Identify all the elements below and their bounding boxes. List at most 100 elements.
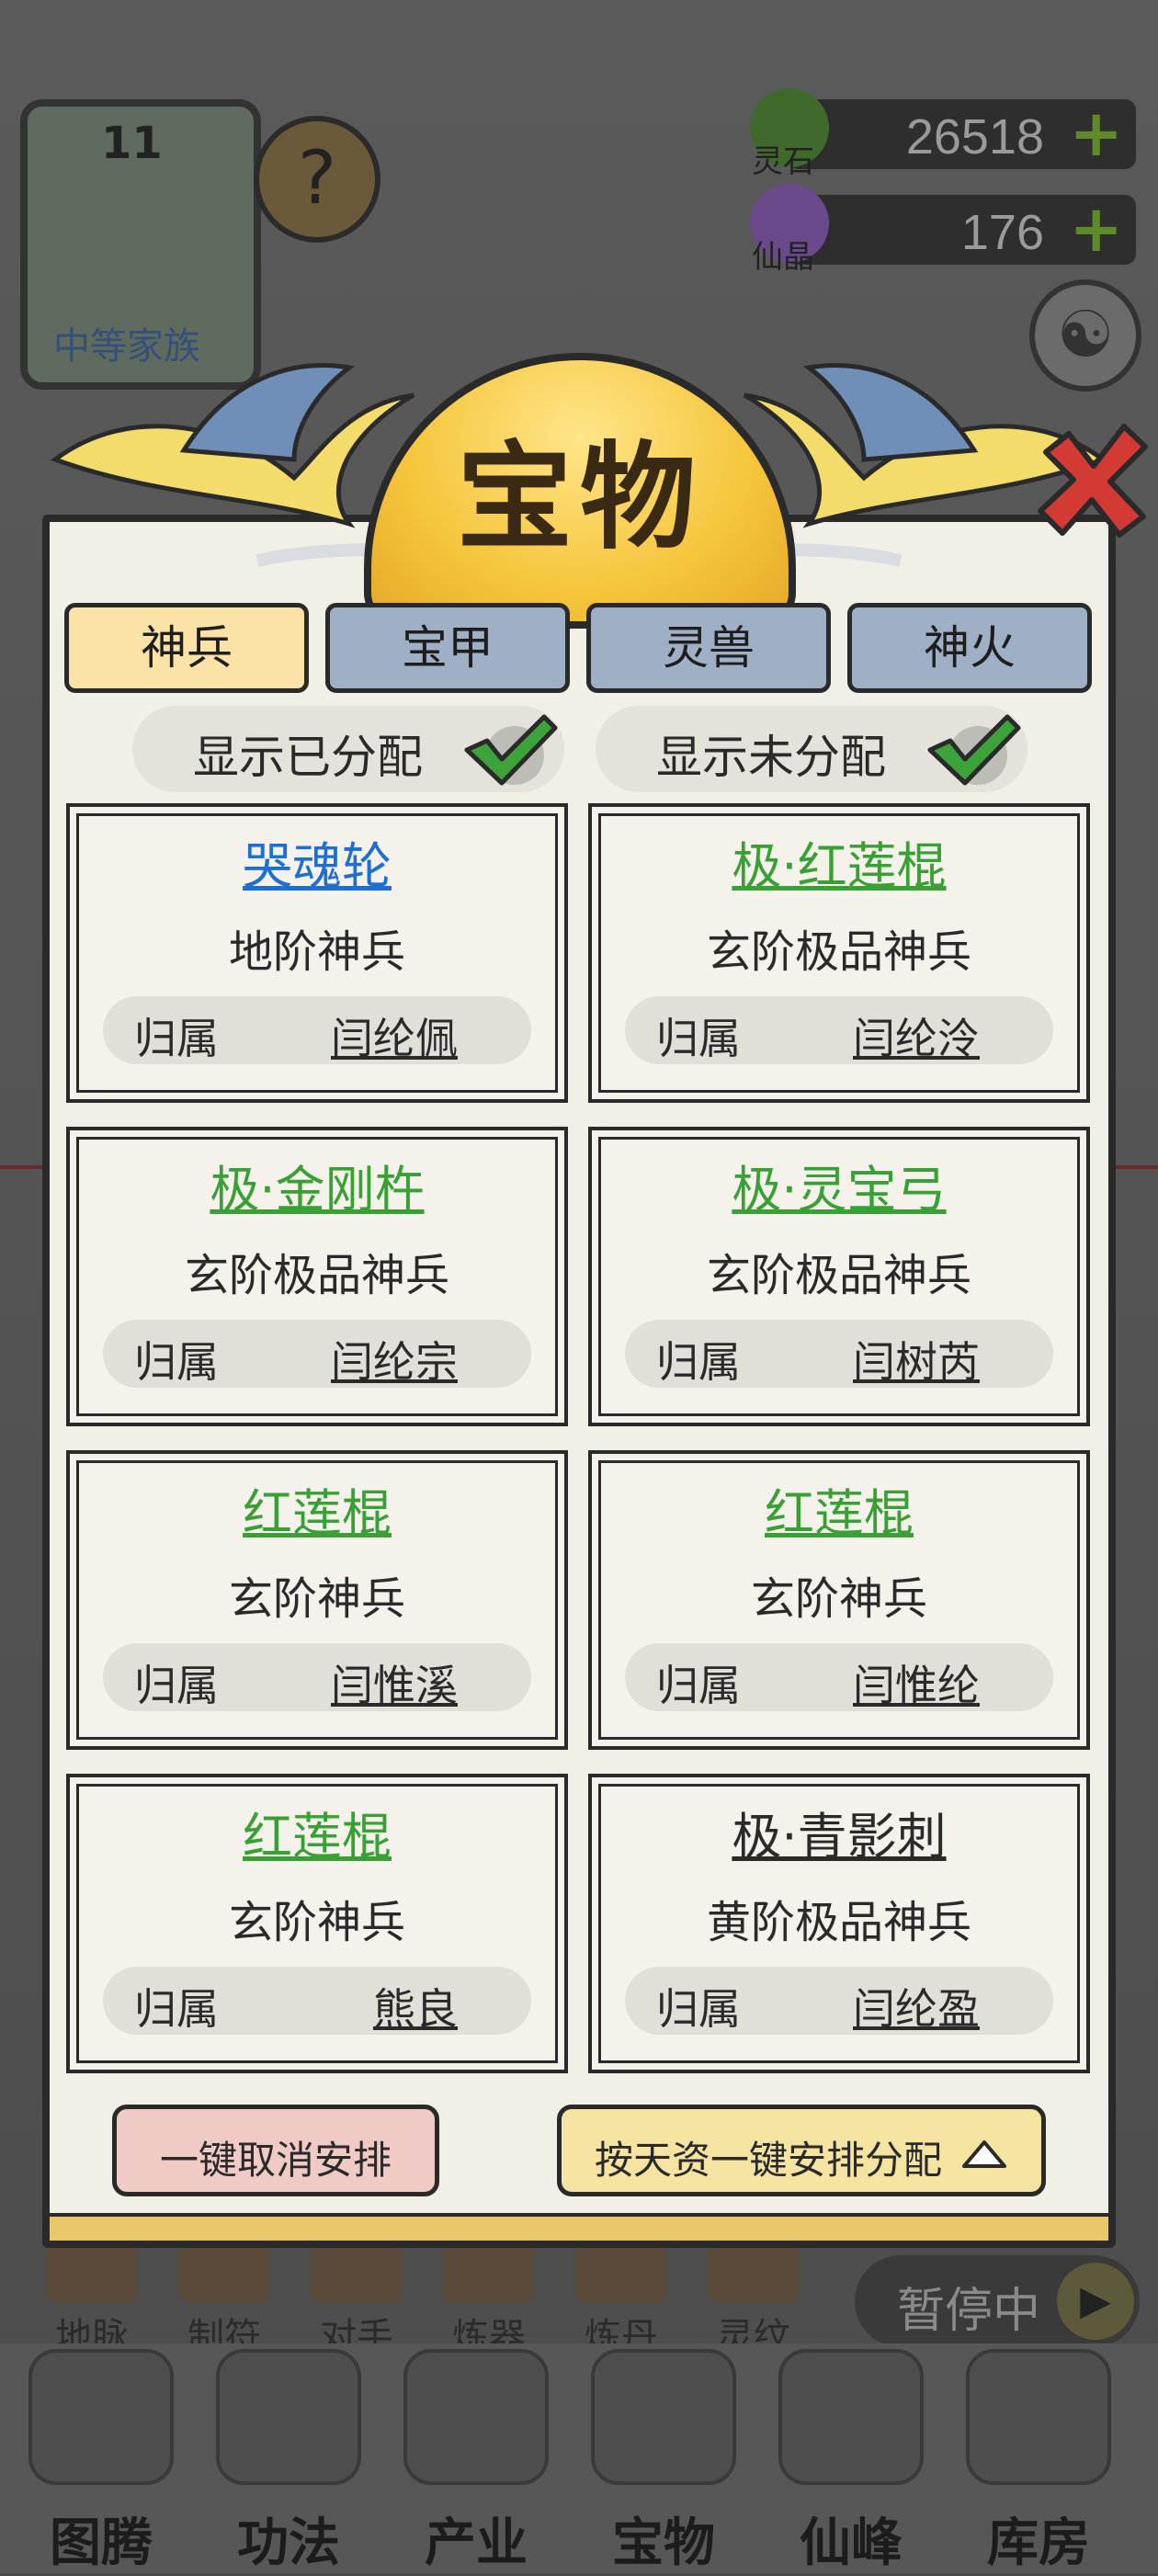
zhifu-icon bbox=[178, 2239, 270, 2303]
tab-spirit-beast[interactable]: 灵兽 bbox=[586, 603, 831, 693]
owner-bar: 归属 闫纶宗 bbox=[103, 1320, 531, 1388]
item-grade: 地阶神兵 bbox=[228, 926, 405, 978]
tab-divine-weapon[interactable]: 神兵 bbox=[64, 603, 309, 693]
checkmark-icon bbox=[464, 714, 558, 786]
item-grade: 玄阶极品神兵 bbox=[184, 1250, 449, 1301]
duishou-icon bbox=[311, 2239, 403, 2303]
immortal-crystal-label: 仙晶 bbox=[752, 239, 814, 276]
close-icon[interactable] bbox=[1027, 415, 1156, 544]
item-name[interactable]: 极·红莲棍 bbox=[592, 825, 1086, 898]
owner-bar: 归属 闫纶盈 bbox=[625, 1967, 1053, 2035]
owner-bar: 归属 闫树芮 bbox=[625, 1320, 1053, 1388]
quick-item-zhifu[interactable]: 制符 bbox=[169, 2239, 279, 2360]
nav-label: 仙峰 bbox=[800, 2514, 903, 2573]
item-name[interactable]: 红莲棍 bbox=[70, 1796, 564, 1868]
nav-industry[interactable]: 产业 bbox=[393, 2349, 559, 2573]
triangle-up-icon[interactable] bbox=[959, 2137, 1010, 2170]
item-name[interactable]: 极·金刚杵 bbox=[70, 1149, 564, 1221]
play-icon[interactable]: ▶ bbox=[1057, 2263, 1134, 2340]
quick-item-duishou[interactable]: 对手 bbox=[301, 2239, 412, 2360]
nav-peak[interactable]: 仙峰 bbox=[768, 2349, 934, 2573]
category-tabs: 神兵 宝甲 灵兽 神火 bbox=[64, 603, 1092, 695]
peak-icon bbox=[778, 2349, 924, 2485]
owner-label: 归属 bbox=[656, 1014, 741, 1063]
treasure-icon bbox=[591, 2349, 736, 2485]
nav-warehouse[interactable]: 库房 bbox=[956, 2349, 1121, 2573]
item-grade: 玄阶神兵 bbox=[228, 1897, 405, 1948]
dimai-icon bbox=[46, 2239, 138, 2303]
item-card[interactable]: 哭魂轮 地阶神兵 归属 闫纶佩 bbox=[66, 803, 568, 1103]
owner-bar: 归属 闫纶佩 bbox=[103, 996, 531, 1064]
item-card[interactable]: 红莲棍 玄阶神兵 归属 闫惟溪 bbox=[66, 1450, 568, 1750]
spirit-stone-bar: 灵石 26518 + bbox=[750, 88, 1136, 180]
pause-label: 暂停中 bbox=[897, 2284, 1041, 2339]
owner-name[interactable]: 熊良 bbox=[373, 1976, 458, 2037]
quick-item-liandan[interactable]: 炼丹 bbox=[566, 2239, 676, 2360]
item-grade: 玄阶极品神兵 bbox=[706, 1250, 971, 1301]
owner-label: 归属 bbox=[656, 1337, 741, 1387]
item-name[interactable]: 红莲棍 bbox=[70, 1472, 564, 1545]
nav-label: 产业 bbox=[425, 2514, 528, 2573]
owner-label: 归属 bbox=[656, 1984, 741, 2034]
warehouse-icon bbox=[966, 2349, 1111, 2485]
owner-name[interactable]: 闫纶宗 bbox=[331, 1329, 458, 1390]
item-card[interactable]: 红莲棍 玄阶神兵 归属 闫惟纶 bbox=[588, 1450, 1090, 1750]
nav-label: 宝物 bbox=[612, 2514, 715, 2573]
nav-label: 图腾 bbox=[50, 2514, 153, 2573]
item-card[interactable]: 极·红莲棍 玄阶极品神兵 归属 闫纶泠 bbox=[588, 803, 1090, 1103]
add-immortal-crystal-button[interactable]: + bbox=[1069, 197, 1123, 261]
family-level: 11 bbox=[101, 118, 163, 169]
auto-assign-by-talent-button[interactable]: 按天资一键安排分配 bbox=[557, 2105, 1046, 2196]
show-unassigned-toggle[interactable]: 显示未分配 bbox=[596, 706, 1027, 792]
show-unassigned-label: 显示未分配 bbox=[656, 731, 886, 784]
help-button[interactable]: ? bbox=[254, 116, 380, 243]
item-name[interactable]: 哭魂轮 bbox=[70, 825, 564, 898]
item-card[interactable]: 极·金刚杵 玄阶极品神兵 归属 闫纶宗 bbox=[66, 1127, 568, 1426]
panel-bottom-strip bbox=[50, 2213, 1108, 2241]
skills-icon bbox=[216, 2349, 361, 2485]
owner-name[interactable]: 闫纶盈 bbox=[853, 1976, 980, 2037]
add-spirit-stone-button[interactable]: + bbox=[1069, 101, 1123, 165]
owner-name[interactable]: 闫树芮 bbox=[853, 1329, 980, 1390]
tab-divine-fire[interactable]: 神火 bbox=[847, 603, 1092, 693]
item-name[interactable]: 红莲棍 bbox=[592, 1472, 1086, 1545]
item-name[interactable]: 极·灵宝弓 bbox=[592, 1149, 1086, 1221]
cancel-all-label: 一键取消安排 bbox=[159, 2138, 392, 2183]
nav-skills[interactable]: 功法 bbox=[206, 2349, 371, 2573]
item-grade: 玄阶极品神兵 bbox=[706, 926, 971, 978]
tab-armor[interactable]: 宝甲 bbox=[325, 603, 570, 693]
quick-menu: 地脉 制符 对手 炼器 炼丹 灵纹 bbox=[28, 2239, 800, 2358]
item-card[interactable]: 极·灵宝弓 玄阶极品神兵 归属 闫树芮 bbox=[588, 1127, 1090, 1426]
item-card[interactable]: 极·青影刺 黄阶极品神兵 归属 闫纶盈 bbox=[588, 1774, 1090, 2073]
quick-item-dimai[interactable]: 地脉 bbox=[37, 2239, 147, 2360]
owner-bar: 归属 闫纶泠 bbox=[625, 996, 1053, 1064]
lingwen-icon bbox=[708, 2239, 800, 2303]
owner-label: 归属 bbox=[134, 1337, 219, 1387]
nav-label: 功法 bbox=[237, 2514, 340, 2573]
immortal-crystal-value: 176 bbox=[960, 205, 1044, 260]
show-assigned-label: 显示已分配 bbox=[193, 731, 423, 784]
quick-item-lianqi[interactable]: 炼器 bbox=[434, 2239, 544, 2360]
item-name[interactable]: 极·青影刺 bbox=[592, 1796, 1086, 1868]
owner-name[interactable]: 闫惟溪 bbox=[331, 1652, 458, 1713]
quick-item-lingwen[interactable]: 灵纹 bbox=[698, 2239, 809, 2360]
owner-label: 归属 bbox=[134, 1984, 219, 2034]
owner-name[interactable]: 闫纶泠 bbox=[853, 1005, 980, 1066]
owner-name[interactable]: 闫纶佩 bbox=[331, 1005, 458, 1066]
owner-label: 归属 bbox=[134, 1661, 219, 1710]
immortal-crystal-bar: 仙晶 176 + bbox=[750, 184, 1136, 276]
owner-label: 归属 bbox=[656, 1661, 741, 1710]
lianqi-icon bbox=[443, 2239, 535, 2303]
item-card[interactable]: 红莲棍 玄阶神兵 归属 熊良 bbox=[66, 1774, 568, 2073]
owner-bar: 归属 熊良 bbox=[103, 1967, 531, 2035]
pause-indicator[interactable]: 暂停中 ▶ bbox=[855, 2255, 1140, 2347]
cancel-all-assignments-button[interactable]: 一键取消安排 bbox=[112, 2105, 439, 2196]
industry-icon bbox=[403, 2349, 549, 2485]
show-assigned-toggle[interactable]: 显示已分配 bbox=[132, 706, 564, 792]
nav-totem[interactable]: 图腾 bbox=[18, 2349, 184, 2573]
owner-name[interactable]: 闫惟纶 bbox=[853, 1652, 980, 1713]
totem-icon bbox=[28, 2349, 174, 2485]
spirit-stone-value: 26518 bbox=[905, 109, 1044, 165]
nav-treasure[interactable]: 宝物 bbox=[581, 2349, 746, 2573]
dialog-title: 宝物 bbox=[457, 430, 703, 565]
